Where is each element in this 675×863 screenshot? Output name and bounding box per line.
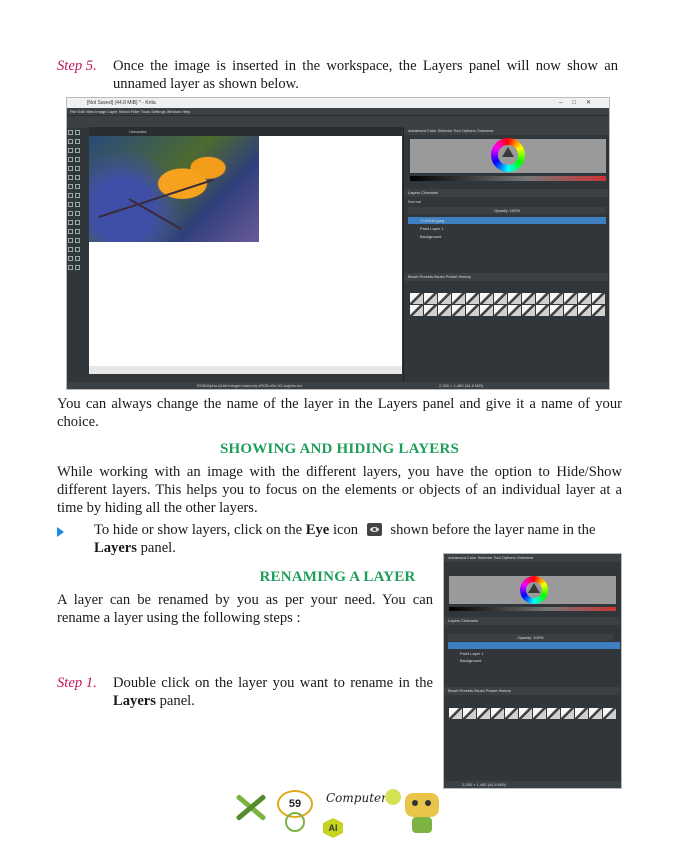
robot-icon bbox=[405, 793, 439, 817]
color-gradient-bar-2[interactable] bbox=[449, 607, 616, 611]
brush-presets-tabs[interactable]: Brush Presets Brush Preset History bbox=[404, 273, 608, 281]
show-hide-paragraph: While working with an image with the dif… bbox=[57, 464, 622, 516]
step1-label: Step 1. bbox=[57, 675, 97, 691]
sun-icon bbox=[385, 789, 401, 805]
bullet-text-end: panel. bbox=[140, 540, 176, 556]
bullet-paragraph: To hide or show layers, click on the Eye… bbox=[94, 521, 622, 557]
layer-row-background-2[interactable]: Background bbox=[448, 657, 620, 664]
layers-tabs[interactable]: Layers Channels bbox=[404, 189, 608, 197]
status-size: 2,260 × 1,480 (44.8 MiB) bbox=[439, 383, 484, 388]
eye-icon bbox=[366, 523, 382, 536]
bullet-text-mid: icon bbox=[332, 522, 359, 538]
blending-mode[interactable]: Normal bbox=[408, 199, 421, 204]
window-title: [Not Saved] (44.8 MiB) * - Krita bbox=[87, 100, 156, 106]
status-bar-2: 2,260 × 1,480 (44.8 MiB) bbox=[444, 781, 621, 788]
status-bar: RGB/Alpha (8-bit integer/channel) sRGB-e… bbox=[67, 382, 609, 389]
step1-text: Double click on the layer you want to re… bbox=[113, 674, 433, 710]
menu-bar[interactable]: File Edit View Image Layer Select Filter… bbox=[67, 108, 609, 115]
step1-layers-bold: Layers bbox=[113, 693, 156, 709]
layer-row-paint[interactable]: Paint Layer 1 bbox=[408, 225, 606, 232]
brush-presets-grid-2[interactable] bbox=[449, 708, 619, 720]
layer-row-selected-unnamed[interactable] bbox=[448, 642, 620, 649]
step5-label: Step 5. bbox=[57, 58, 97, 74]
layer-row-image[interactable]: 1784948.jpeg bbox=[408, 217, 606, 224]
document-tab[interactable]: Unnamed bbox=[89, 127, 402, 136]
color-selector-tabs[interactable]: Advanced Color Selector Tool Options Ove… bbox=[404, 127, 609, 135]
step5-text: Once the image is inserted in the worksp… bbox=[113, 58, 618, 92]
ai-badge: AI bbox=[323, 818, 343, 838]
heading-rename: RENAMING A LAYER bbox=[259, 569, 416, 585]
opacity-bar-2[interactable]: Opacity: 100% bbox=[448, 634, 613, 641]
color-triangle[interactable] bbox=[502, 147, 514, 157]
heading-show-hide: SHOWING AND HIDING LAYERS bbox=[219, 441, 460, 457]
window-title-bar: [Not Saved] (44.8 MiB) * - Krita –□✕ bbox=[67, 98, 609, 108]
docker-panel: Advanced Color Selector Tool Options Ove… bbox=[403, 127, 609, 389]
color-selector-tabs-2[interactable]: Advanced Color Selector Tool Options Ove… bbox=[444, 554, 621, 562]
layers-tabs-2[interactable]: Layers Channels bbox=[444, 617, 620, 625]
status-size-2: 2,260 × 1,480 (44.8 MiB) bbox=[462, 782, 507, 787]
bird-image bbox=[89, 136, 259, 242]
bullet-text-post: shown before the layer name in the bbox=[390, 522, 596, 538]
bullet-arrow-icon bbox=[57, 527, 64, 537]
color-triangle-2[interactable] bbox=[528, 583, 540, 593]
step1-paragraph: Step 1. Double click on the layer you wa… bbox=[57, 674, 433, 709]
step1-text-pre: Double click on the layer you want to re… bbox=[113, 675, 433, 691]
krita-screenshot: [Not Saved] (44.8 MiB) * - Krita –□✕ Fil… bbox=[66, 97, 610, 390]
window-controls: –□✕ bbox=[559, 100, 601, 106]
krita-layers-screenshot: Advanced Color Selector Tool Options Ove… bbox=[443, 553, 622, 789]
tools-icon bbox=[230, 789, 270, 825]
color-gradient-bar[interactable] bbox=[410, 176, 606, 181]
layer-row-background[interactable]: Background bbox=[408, 233, 606, 240]
rename-paragraph: A layer can be renamed by you as per you… bbox=[57, 592, 433, 626]
document-tab-label: Unnamed bbox=[129, 129, 147, 134]
brush-presets-tabs-2[interactable]: Brush Presets Brush Preset History bbox=[444, 687, 620, 695]
brush-presets-grid[interactable] bbox=[410, 293, 606, 317]
layer-row-paint-2[interactable]: Paint Layer 1 bbox=[448, 650, 620, 657]
gear-icon bbox=[285, 812, 305, 832]
opacity-bar[interactable]: Opacity: 100% bbox=[408, 207, 606, 214]
step5-paragraph: Step 5. Once the image is inserted in th… bbox=[57, 57, 622, 92]
robot-body-icon bbox=[412, 817, 432, 833]
bullet-text-pre: To hide or show layers, click on the bbox=[94, 522, 303, 538]
step1-text-post: panel. bbox=[159, 693, 195, 709]
bullet-eye-bold: Eye bbox=[305, 522, 330, 538]
bullet-layers-bold: Layers bbox=[94, 540, 137, 556]
rename-choice-paragraph: You can always change the name of the la… bbox=[57, 396, 622, 430]
toolbox[interactable] bbox=[67, 128, 87, 298]
status-colorspace: RGB/Alpha (8-bit integer/channel) sRGB-e… bbox=[197, 383, 303, 388]
